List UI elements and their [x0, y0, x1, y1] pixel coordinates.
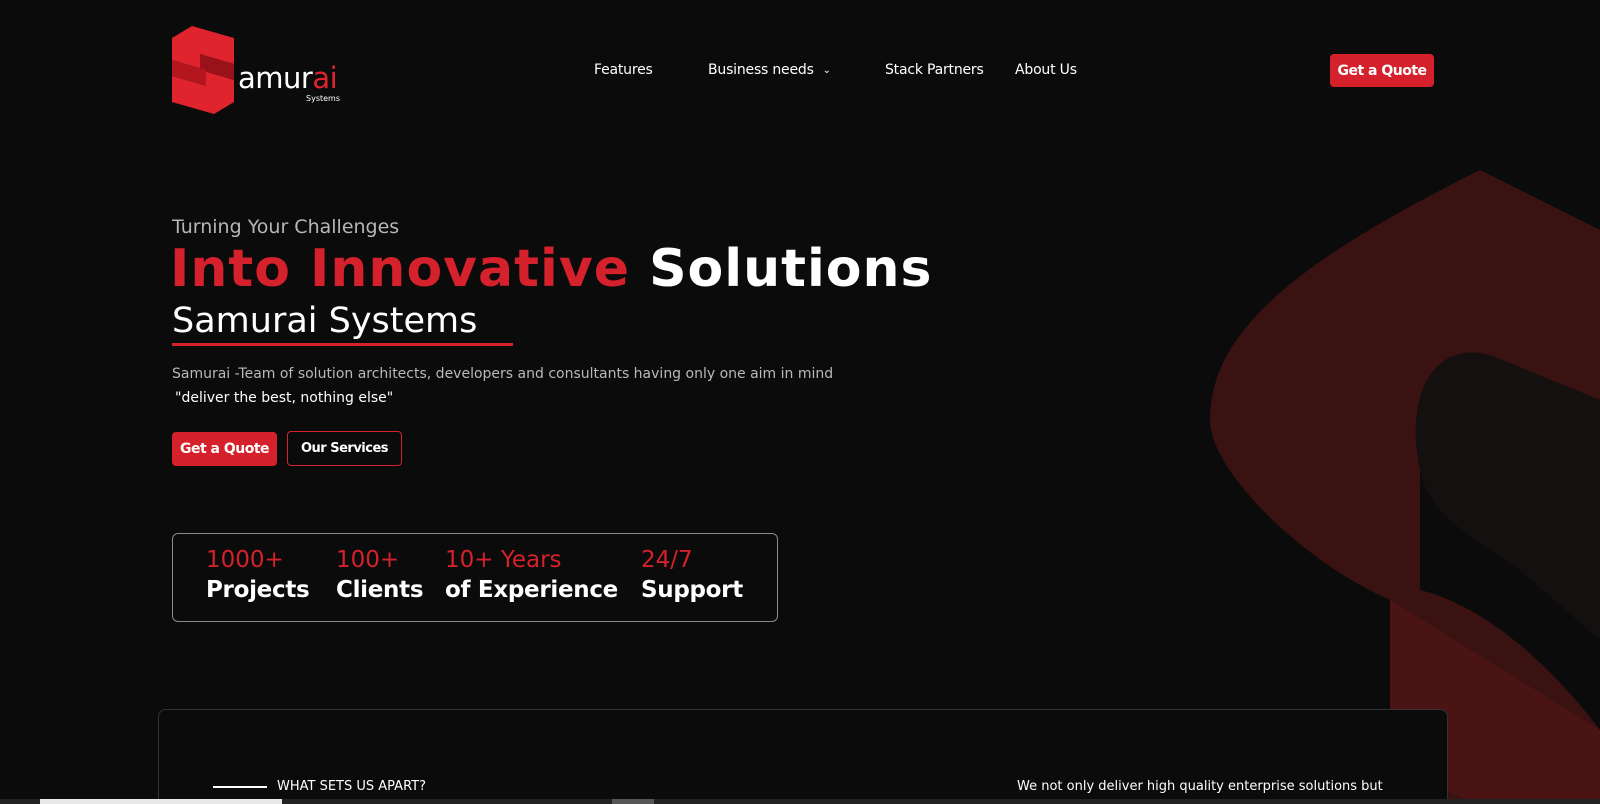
top-navigation: amurai Systems Features Business needs ⌄ …: [0, 0, 1600, 140]
scrollbar-thumb[interactable]: [40, 799, 282, 804]
hero-title-accent: Into Innovative: [170, 239, 630, 299]
samurai-s-logo-icon: [172, 26, 234, 114]
stat-label: Clients: [336, 576, 424, 603]
nav-about-us[interactable]: About Us: [1015, 62, 1077, 78]
stat-label: Projects: [206, 576, 310, 603]
logo-subtitle: Systems: [306, 94, 340, 103]
stat-value: 1000+: [206, 547, 284, 573]
hero-title: Into Innovative Solutions: [170, 238, 933, 300]
our-services-button[interactable]: Our Services: [287, 431, 402, 466]
section-label-line: [213, 786, 267, 788]
hero-title-main: Solutions: [649, 239, 933, 299]
stats-panel: 1000+ Projects 100+ Clients 10+ Years of…: [172, 533, 778, 622]
stat-support: 24/7 Support: [641, 546, 743, 606]
stat-clients: 100+ Clients: [336, 546, 424, 606]
stat-value: 10+ Years: [445, 547, 562, 573]
chevron-down-icon: ⌄: [822, 65, 831, 76]
hero-quote: "deliver the best, nothing else": [175, 390, 394, 406]
hero-get-quote-button[interactable]: Get a Quote: [172, 432, 277, 466]
brand-logo[interactable]: amurai Systems: [170, 24, 345, 116]
nav-business-needs[interactable]: Business needs ⌄: [708, 62, 831, 78]
nav-features[interactable]: Features: [594, 62, 653, 78]
hero-subtitle: Samurai Systems: [172, 301, 478, 341]
nav-get-quote-button[interactable]: Get a Quote: [1330, 54, 1434, 87]
stat-label: Support: [641, 576, 743, 603]
stat-label: of Experience: [445, 576, 618, 603]
hero-description: Samurai -Team of solution architects, de…: [172, 366, 834, 382]
section-text: We not only deliver high quality enterpr…: [1017, 779, 1383, 794]
scrollbar-marker: [612, 799, 654, 804]
stat-value: 100+: [336, 547, 400, 573]
nav-stack-partners[interactable]: Stack Partners: [885, 62, 984, 78]
hero-kicker: Turning Your Challenges: [172, 216, 400, 238]
section-label: WHAT SETS US APART?: [277, 779, 426, 794]
hero-underline: [172, 343, 513, 346]
stat-projects: 1000+ Projects: [206, 546, 310, 606]
stat-experience: 10+ Years of Experience: [445, 546, 618, 606]
stat-value: 24/7: [641, 547, 693, 573]
logo-wordmark: amurai: [238, 61, 338, 95]
